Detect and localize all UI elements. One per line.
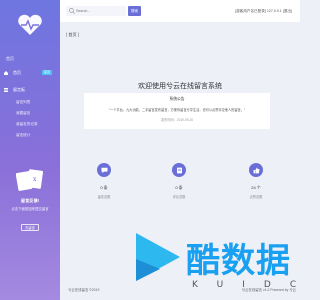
sidebar-item-label: 首页 bbox=[13, 69, 21, 75]
search-box bbox=[66, 6, 126, 16]
user-info[interactable]: [游客用户名已登录] 127.0.0.1 [退出] bbox=[235, 9, 292, 14]
promo-subtitle: 点击下面按钮来提交留言 bbox=[11, 207, 49, 211]
search-icon bbox=[69, 8, 75, 14]
notice-date: 发布时间：2019-09-20 bbox=[160, 118, 194, 122]
stat-value: 0 条 bbox=[100, 185, 108, 190]
watermark-subtext: KUIDC bbox=[192, 280, 316, 290]
list-icon bbox=[4, 87, 8, 92]
thumbs-up-icon bbox=[249, 163, 263, 177]
sidebar-subitem-statistics[interactable]: 留言统计 bbox=[16, 133, 30, 138]
sidebar-section-label: 首页 bbox=[6, 56, 14, 61]
home-badge: 首页 bbox=[41, 69, 52, 75]
notice-text: “一个平台，九大功能，二手留言发布留言，方便你留言分享生活，也可以点赞评论他人的… bbox=[109, 108, 245, 112]
stat-label: 留言总数 bbox=[97, 195, 111, 199]
comment-icon bbox=[172, 163, 186, 177]
notice-card: 系统公告 “一个平台，九大功能，二手留言发布留言，方便你留言分享生活，也可以点赞… bbox=[84, 93, 270, 129]
sidebar-subitem-post-message[interactable]: 我要留言 bbox=[16, 111, 30, 116]
sidebar: 首页 首页 首页 留言板 留言列表 我要留言 我留言的记录 留言统计 x 留言反… bbox=[0, 0, 60, 300]
breadcrumb: | 首页 | bbox=[66, 32, 79, 37]
sidebar-subitem-message-list[interactable]: 留言列表 bbox=[16, 100, 30, 105]
search-button[interactable]: 搜索 bbox=[128, 6, 141, 16]
cards-illustration-icon: x bbox=[16, 169, 44, 191]
promo-title: 留言反馈! bbox=[20, 198, 40, 203]
stat-label: 点赞总数 bbox=[249, 195, 263, 199]
top-bar: 搜索 [游客用户名已登录] 127.0.0.1 [退出] bbox=[60, 0, 300, 22]
stat-likes: 24 个 点赞总数 bbox=[241, 163, 271, 199]
sidebar-item-home[interactable]: 首页 首页 bbox=[4, 68, 58, 77]
watermark-text: 酷数据 bbox=[186, 241, 291, 281]
home-icon bbox=[4, 70, 8, 75]
stat-label: 评论总数 bbox=[172, 195, 186, 199]
heart-pulse-logo-icon bbox=[18, 14, 42, 35]
stat-comments: 0 条 评论总数 bbox=[164, 163, 194, 199]
sidebar-item-label: 留言板 bbox=[13, 86, 25, 92]
notice-title: 系统公告 bbox=[169, 97, 185, 101]
sidebar-item-guestbook[interactable]: 留言板 bbox=[4, 85, 58, 94]
chat-icon bbox=[97, 163, 111, 177]
sidebar-subitem-my-messages[interactable]: 我留言的记录 bbox=[16, 122, 38, 127]
search-input[interactable] bbox=[76, 9, 124, 13]
stat-value: 0 条 bbox=[175, 185, 183, 190]
page-title: 欢迎使用兮云在线留言系统 bbox=[138, 83, 222, 90]
footer-copyright: 兮云在线留言 ©2019 bbox=[68, 288, 100, 292]
promo-button[interactable]: 去留言 bbox=[21, 224, 39, 231]
stat-messages: 0 条 留言总数 bbox=[89, 163, 119, 199]
watermark: 酷数据 KUIDC bbox=[130, 225, 300, 300]
play-logo-icon bbox=[136, 233, 180, 281]
stat-value: 24 个 bbox=[251, 185, 261, 190]
